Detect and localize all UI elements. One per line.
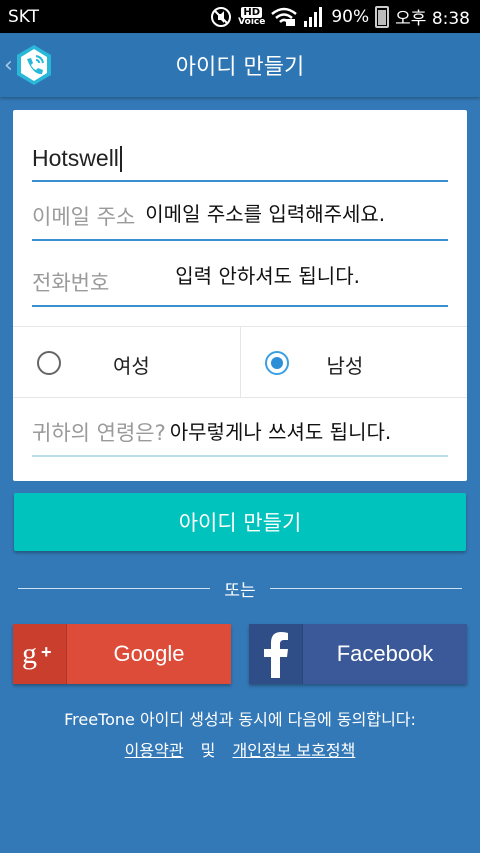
google-plus-icon: g + bbox=[13, 624, 67, 684]
gender-option-female[interactable]: 여성 bbox=[13, 327, 240, 397]
gender-option-male[interactable]: 남성 bbox=[239, 327, 468, 397]
and-text: 및 bbox=[200, 741, 216, 760]
female-label: 여성 bbox=[113, 354, 150, 378]
battery-icon bbox=[375, 5, 390, 28]
email-placeholder: 이메일 주소 bbox=[32, 205, 136, 229]
svg-text:g: g bbox=[22, 637, 37, 670]
or-text: 또는 bbox=[224, 580, 256, 601]
phone-hint: 입력 안하셔도 됩니다. bbox=[175, 264, 360, 288]
page-title: 아이디 만들기 bbox=[175, 55, 305, 80]
agreement-text: FreeTone 아이디 생성과 동시에 다음에 동의합니다: bbox=[64, 710, 416, 729]
battery-percent: 90% bbox=[331, 6, 370, 27]
phone-wifi-icon bbox=[16, 45, 51, 85]
facebook-label: Facebook bbox=[336, 641, 434, 666]
or-divider: 또는 bbox=[18, 578, 462, 601]
age-hint: 아무렇게나 쓰셔도 됩니다. bbox=[169, 420, 392, 444]
privacy-policy-link[interactable]: 개인정보 보호정책 bbox=[232, 741, 355, 760]
carrier-label: SKT bbox=[8, 6, 40, 27]
age-field[interactable]: 귀하의 연령은? 아무렇게나 쓰셔도 됩니다. bbox=[32, 407, 448, 457]
chevron-left-icon: ‹ bbox=[4, 52, 13, 78]
status-bar: SKT HD Voice 90% 오후 8:38 bbox=[0, 0, 480, 33]
facebook-login-button[interactable]: Facebook bbox=[249, 624, 467, 684]
create-id-button[interactable]: 아이디 만들기 bbox=[14, 493, 466, 551]
name-field[interactable]: Hotswell bbox=[32, 132, 448, 182]
name-input-value: Hotswell bbox=[32, 145, 119, 171]
male-label: 남성 bbox=[326, 354, 364, 378]
email-hint: 이메일 주소를 입력해주세요. bbox=[145, 202, 386, 226]
title-bar: ‹ 아이디 만들기 bbox=[0, 33, 480, 97]
signup-form-card: Hotswell 이메일 주소 이메일 주소를 입력해주세요. 전화번호 입력 … bbox=[13, 110, 467, 481]
terms-of-service-link[interactable]: 이용약관 bbox=[125, 741, 184, 760]
back-button[interactable]: ‹ bbox=[4, 41, 60, 89]
gender-selector: 여성 남성 bbox=[13, 326, 467, 398]
wifi-icon bbox=[271, 7, 298, 27]
signal-icon bbox=[303, 6, 325, 28]
google-label: Google bbox=[113, 641, 185, 666]
hd-voice-icon: HD Voice bbox=[238, 6, 266, 27]
google-login-button[interactable]: g + Google bbox=[13, 624, 231, 684]
age-placeholder: 귀하의 연령은? bbox=[32, 421, 166, 445]
female-radio[interactable] bbox=[37, 351, 61, 375]
mute-icon bbox=[210, 6, 232, 28]
facebook-f-icon bbox=[249, 624, 303, 684]
email-field[interactable]: 이메일 주소 이메일 주소를 입력해주세요. bbox=[32, 191, 448, 241]
male-radio[interactable] bbox=[264, 351, 289, 375]
clock: 오후 8:38 bbox=[395, 9, 470, 29]
text-caret bbox=[119, 146, 122, 172]
terms-links: 이용약관 및 개인정보 보호정책 bbox=[0, 737, 480, 761]
status-icons: HD Voice 90% 오후 8:38 bbox=[210, 4, 470, 29]
svg-text:+: + bbox=[41, 642, 52, 662]
phone-field[interactable]: 전화번호 입력 안하셔도 됩니다. bbox=[32, 257, 448, 307]
phone-placeholder: 전화번호 bbox=[32, 271, 110, 295]
